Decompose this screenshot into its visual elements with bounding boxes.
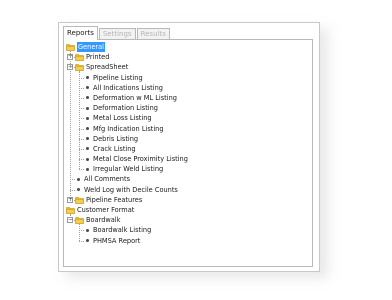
tree-connector	[79, 169, 84, 171]
tree-item-label: SpreadSheet	[86, 63, 129, 72]
bullet-icon	[86, 106, 89, 110]
folder-icon	[75, 196, 84, 204]
tree-item-label: Pipeline Listing	[93, 73, 143, 82]
tree-guide-line	[79, 71, 80, 170]
tree-item-label: Pipeline Features	[86, 195, 143, 204]
bullet-icon	[77, 177, 80, 181]
bullet-icon	[86, 116, 89, 120]
tree-item-label: Weld Log with Decile Counts	[84, 185, 178, 194]
report-tree-panel: General + Printed − SpreadSheet Pipeline List…	[63, 39, 313, 267]
bullet-icon	[77, 188, 80, 192]
bullet-icon	[86, 239, 89, 243]
tree-item-label: Boardwalk	[86, 216, 121, 225]
tree-item-label: PHMSA Report	[93, 236, 141, 245]
tree-guide-line	[70, 51, 71, 200]
bullet-icon	[86, 96, 89, 100]
tree-item-label: Printed	[86, 53, 110, 62]
bullet-icon	[86, 127, 89, 130]
tree-item-label: Crack Listing	[93, 144, 136, 153]
tab-bar: Reports Settings Results	[63, 26, 171, 40]
tree-item-label: Irregular Weld Listing	[93, 165, 164, 174]
folder-icon	[75, 53, 84, 61]
tree-item-label: Deformation w ML Listing	[93, 93, 177, 102]
tree-item-label: Mfg Indication Listing	[93, 124, 164, 133]
tree-item-label: Customer Format	[77, 206, 135, 214]
folder-icon	[75, 216, 84, 224]
bullet-icon	[86, 147, 89, 151]
tree-item-label: Boardwalk Listing	[93, 226, 152, 235]
tree-item-label: Metal Loss Listing	[93, 114, 152, 123]
bullet-icon	[86, 76, 89, 80]
bullet-icon	[86, 167, 89, 171]
tree-guide-line	[70, 214, 71, 221]
tab-reports[interactable]: Reports	[63, 26, 98, 40]
tree-item-label: General	[77, 42, 105, 52]
folder-icon	[66, 206, 75, 214]
tree-item-label: All Comments	[84, 175, 131, 184]
bullet-icon	[86, 86, 89, 90]
bullet-icon	[86, 228, 89, 232]
tree-item-label: Deformation Listing	[93, 104, 158, 113]
folder-icon	[66, 43, 75, 51]
tree-item-label: All Indications Listing	[93, 83, 163, 92]
folder-icon	[75, 63, 84, 72]
tree-item-label: Debris Listing	[93, 134, 139, 143]
report-window: Reports Settings Results General + Printed…	[58, 22, 320, 272]
tree-item-label: Metal Close Proximity Listing	[93, 155, 188, 164]
bullet-icon	[86, 137, 89, 141]
tree-guide-line	[79, 224, 80, 241]
bullet-icon	[86, 157, 89, 161]
